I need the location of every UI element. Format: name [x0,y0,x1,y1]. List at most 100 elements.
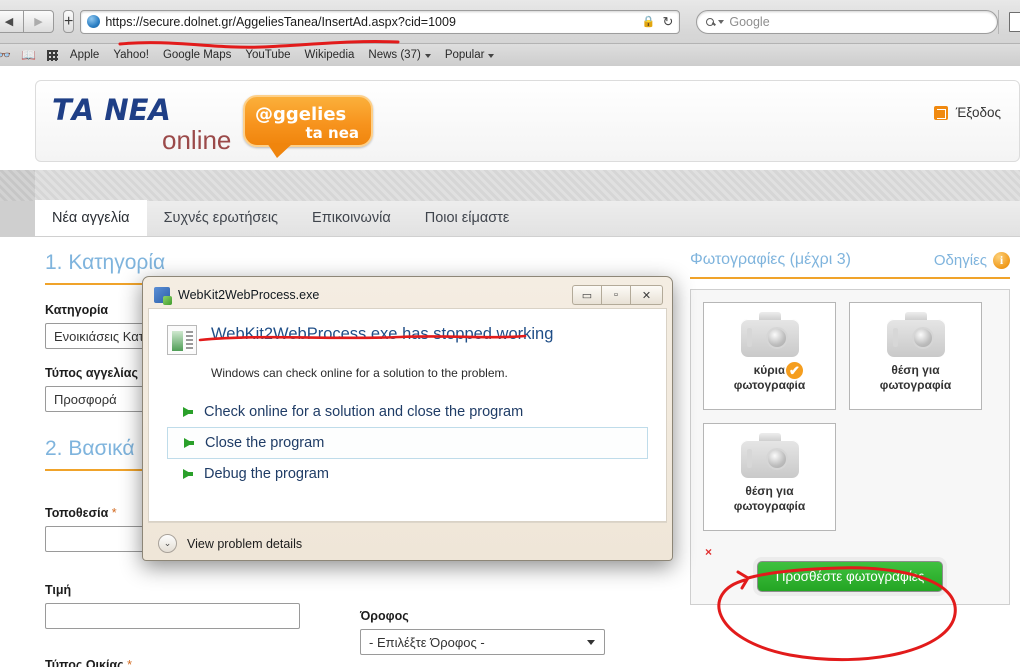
logout-icon [933,105,948,120]
bookmark-label: YouTube [245,49,291,61]
site-globe-icon [87,15,101,28]
housetype-label-text: Τύπος Οικίας [45,658,124,667]
bookmark-news[interactable]: News (37) [368,49,431,61]
adtype-value: Προσφορά [54,391,117,407]
housetype-label: Τύπος Οικίας * [45,658,315,667]
required-marker: * [127,658,132,667]
logo-online: online [162,125,232,155]
floor-select[interactable]: - Επιλέξτε Όροφος - [360,629,605,655]
option-label: Debug the program [204,466,329,482]
window-buttons: ▭ ▫ ✕ [572,285,663,305]
tab-nea-aggelia[interactable]: Νέα αγγελία [35,200,147,236]
tab-epikoinonia[interactable]: Επικοινωνία [295,200,408,236]
add-photos-button[interactable]: Προσθέστε φωτογραφίες [756,561,944,592]
application-icon [154,287,172,305]
tab-syxnes-erotiseis[interactable]: Συχνές ερωτήσεις [147,200,295,236]
photo-slot-2[interactable]: θέση για φωτογραφία [849,302,982,410]
camera-icon [886,312,945,357]
camera-icon [740,433,799,478]
view-problem-details-label: View problem details [187,536,303,551]
logo-ta-nea[interactable]: ΤΑ ΝΕΑ [52,93,171,127]
reload-icon[interactable]: ↻ [662,14,673,30]
tab-label: Συχνές ερωτήσεις [163,210,279,226]
photos-error-x: × [705,545,713,559]
dialog-footer[interactable]: ⌄ View problem details [148,522,667,564]
address-bar[interactable]: https://secure.dolnet.gr/AggeliesTanea/I… [80,9,681,34]
bookmark-label: Wikipedia [304,49,355,61]
screen: ◀ ▶ + https://secure.dolnet.gr/AggeliesT… [0,0,1020,667]
search-placeholder: Google [729,14,770,29]
crashed-app-icon [167,325,197,355]
back-button[interactable]: ◀ [0,10,24,33]
logout-link[interactable]: Έξοδος [933,105,1001,120]
camera-lens [911,327,934,349]
page-side-band-left [0,170,35,201]
info-icon: i [993,251,1010,269]
bookmarks-book-icon[interactable]: 📖 [21,48,36,62]
camera-icon [740,312,799,357]
camera-grip [746,449,752,468]
green-arrow-icon [183,469,193,479]
bookmark-yahoo[interactable]: Yahoo! [113,49,149,61]
chevron-down-icon: ⌄ [158,534,177,553]
photos-slots-box: ✔ κύρια φωτογραφία θέση για φωτογραφία θ… [690,289,1010,605]
dialog-title: WebKit2WebProcess.exe [178,288,320,302]
maximize-button[interactable]: ▫ [601,285,630,305]
photo-slot-main[interactable]: ✔ κύρια φωτογραφία [703,302,836,410]
chevron-down-icon [488,54,495,58]
photos-rule [690,277,1010,279]
search-input[interactable]: Google [696,9,999,34]
bubble-line-1: @ggelies [255,104,347,125]
category-value: Ενοικιάσεις Κατο [54,328,151,344]
photo-slot-3[interactable]: θέση για φωτογραφία [703,423,836,531]
address-bar-actions: 🔒 ↻ [642,14,674,30]
add-photos-button-wrap: Προσθέστε φωτογραφίες [703,561,997,592]
logout-label: Έξοδος [955,105,1001,120]
location-label-text: Τοποθεσία [45,506,109,520]
top-sites-grid-icon[interactable] [46,49,58,61]
page-strip-left [0,201,35,237]
reader-glasses-icon[interactable]: 👓 [0,48,11,62]
bookmark-label: News (37) [368,49,421,61]
forward-button[interactable]: ▶ [24,10,54,33]
option-debug-program[interactable]: Debug the program [167,459,648,489]
dialog-options: Check online for a solution and close th… [167,397,648,489]
bookmarks-bar-icons: 👓 📖 [0,48,70,62]
toolbar-divider [998,9,1000,34]
tab-label: Νέα αγγελία [52,210,130,226]
bookmark-google-maps[interactable]: Google Maps [163,49,231,61]
bookmarks-bar: 👓 📖 Apple Yahoo! Google Maps YouTube Wik… [0,43,1020,66]
dialog-heading-row: WebKit2WebProcess.exe has stopped workin… [167,325,648,355]
page-menu-icon[interactable] [1009,11,1020,32]
dialog-body: WebKit2WebProcess.exe has stopped workin… [148,308,667,522]
camera-lens [765,327,788,349]
option-close-program[interactable]: Close the program [167,427,648,459]
error-dialog: WebKit2WebProcess.exe ▭ ▫ ✕ WebKit2WebPr… [142,276,673,561]
new-tab-button[interactable]: + [63,10,75,33]
photos-help-link[interactable]: Οδηγίες i [934,251,1010,269]
chevron-down-icon [424,54,431,58]
bookmark-youtube[interactable]: YouTube [245,49,290,61]
bookmark-apple[interactable]: Apple [70,49,99,61]
site-nav-tabs: Νέα αγγελία Συχνές ερωτήσεις Επικοινωνία… [35,200,1020,237]
dialog-title-bar[interactable]: WebKit2WebProcess.exe ▭ ▫ ✕ [148,282,667,308]
tab-poioi-eimaste[interactable]: Ποιοι είμαστε [408,200,527,236]
photos-panel-header: Φωτογραφίες (μέχρι 3) Οδηγίες i [690,251,1010,269]
search-icon [706,17,715,26]
chevron-down-icon [587,640,595,645]
close-button[interactable]: ✕ [630,285,663,305]
caption-line-2: φωτογραφία [733,499,806,513]
aggelies-bubble-logo[interactable]: @ggelies ta nea [243,95,373,158]
bookmark-wikipedia[interactable]: Wikipedia [305,49,355,61]
photo-slots: ✔ κύρια φωτογραφία θέση για φωτογραφία θ… [703,302,997,531]
chevron-down-icon[interactable] [718,19,725,24]
bookmark-popular[interactable]: Popular [445,49,495,61]
option-check-online[interactable]: Check online for a solution and close th… [167,397,648,427]
navigation-buttons: ◀ ▶ [0,10,54,33]
minimize-button[interactable]: ▭ [572,285,601,305]
camera-lens [765,448,788,470]
price-input[interactable] [45,603,300,629]
required-marker: * [111,506,117,520]
